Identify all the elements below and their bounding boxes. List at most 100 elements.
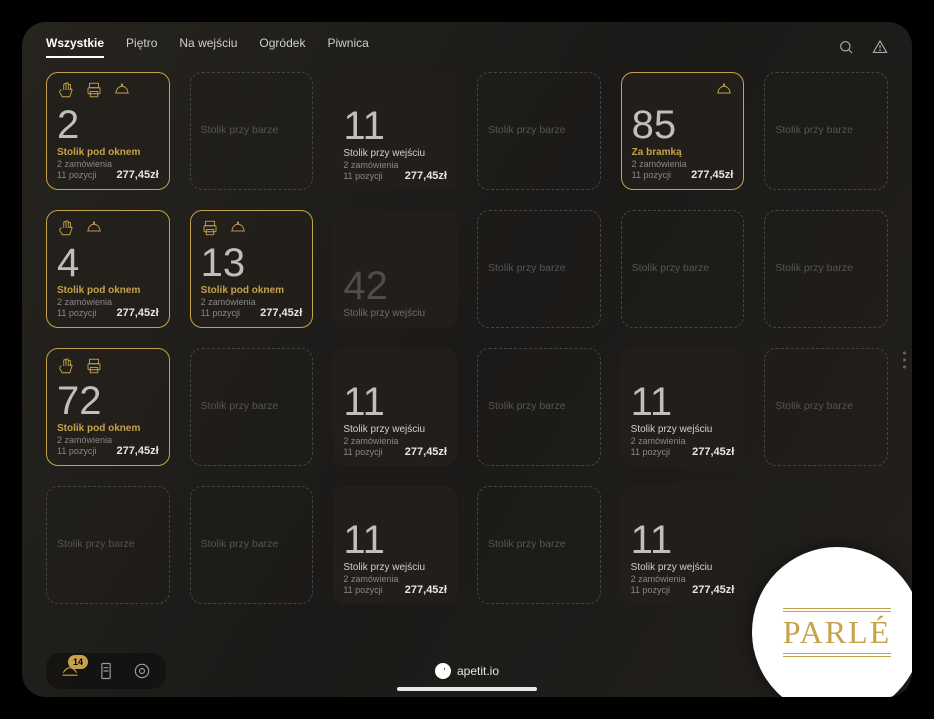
settings-icon[interactable] — [132, 661, 152, 681]
table-card[interactable]: 11Stolik przy wejściu2 zamówienia11 pozy… — [333, 486, 457, 604]
table-number: 11 — [631, 382, 735, 422]
table-card[interactable]: 4 Stolik pod oknem2 zamówienia11 pozycji 2… — [46, 210, 170, 328]
table-card[interactable]: 72 Stolik pod oknem2 zamówienia11 pozycji… — [46, 348, 170, 466]
table-items-count: 11 pozycji — [631, 585, 686, 596]
table-number: 11 — [343, 520, 447, 560]
table-items-count: 11 pozycji — [631, 447, 686, 458]
table-name: Stolik przy wejściu — [631, 424, 735, 436]
table-name: Stolik pod oknem — [57, 285, 159, 297]
table-name: Stolik przy barze — [775, 124, 877, 139]
table-items-count: 11 pozycji — [343, 447, 398, 458]
table-number: 42 — [343, 266, 447, 306]
orders-badge: 14 — [68, 655, 88, 669]
table-name: Stolik pod oknem — [201, 285, 303, 297]
table-items-count: 11 pozycji — [57, 170, 112, 181]
table-name: Stolik przy barze — [201, 124, 303, 139]
scroll-indicator — [903, 351, 906, 368]
table-total: 277,45zł — [116, 445, 158, 457]
table-orders-count: 2 zamówienia — [57, 435, 112, 446]
table-card[interactable]: Stolik przy barze — [764, 348, 888, 466]
table-total: 277,45zł — [116, 169, 158, 181]
table-card[interactable]: Stolik przy barze — [477, 72, 601, 190]
hand-icon — [57, 357, 75, 375]
tab-na-wejściu[interactable]: Na wejściu — [179, 36, 237, 58]
table-name: Stolik przy wejściu — [631, 562, 735, 574]
table-card[interactable]: 11Stolik przy wejściu2 zamówienia11 pozy… — [621, 486, 745, 604]
table-items-count: 11 pozycji — [343, 171, 398, 182]
receipt-icon[interactable] — [96, 661, 116, 681]
table-total: 277,45zł — [116, 307, 158, 319]
table-orders-count: 2 zamówienia — [57, 297, 112, 308]
tab-piętro[interactable]: Piętro — [126, 36, 157, 58]
top-bar: Wszystkie Piętro Na wejściu Ogródek Piwnica — [22, 22, 912, 62]
cloche-icon — [113, 81, 131, 99]
brand-logo: apetit.io — [435, 663, 499, 679]
table-number: 11 — [343, 382, 447, 422]
table-total: 277,45zł — [692, 446, 734, 458]
cloche-icon — [229, 219, 247, 237]
table-card[interactable]: Stolik przy barze — [190, 486, 314, 604]
table-name: Stolik przy wejściu — [343, 148, 447, 160]
printer-icon — [85, 357, 103, 375]
table-total: 277,45zł — [405, 170, 447, 182]
table-orders-count: 2 zamówienia — [343, 160, 398, 171]
table-card[interactable]: Stolik przy barze — [477, 486, 601, 604]
table-card[interactable]: Stolik przy barze — [190, 348, 314, 466]
table-name: Stolik przy barze — [488, 400, 590, 415]
table-name: Stolik przy barze — [775, 400, 877, 415]
table-name: Stolik przy barze — [201, 400, 303, 415]
table-orders-count: 2 zamówienia — [631, 436, 686, 447]
app-screen: WszystkiePiętroNa wejściuOgródekPiwnica … — [22, 22, 912, 697]
table-total: 277,45zł — [405, 446, 447, 458]
table-card[interactable]: Stolik przy barze — [764, 72, 888, 190]
printer-icon — [201, 219, 219, 237]
table-orders-count: 2 zamówienia — [201, 297, 256, 308]
table-items-count: 11 pozycji — [201, 308, 256, 319]
table-total: 277,45zł — [691, 169, 733, 181]
table-name: Za bramką — [632, 147, 734, 159]
table-orders-count: 2 zamówienia — [343, 436, 398, 447]
printer-icon — [85, 81, 103, 99]
table-items-count: 11 pozycji — [57, 308, 112, 319]
table-orders-count: 2 zamówienia — [631, 574, 686, 585]
tab-ogródek[interactable]: Ogródek — [259, 36, 305, 58]
table-card[interactable]: 11Stolik przy wejściu2 zamówienia11 pozy… — [333, 72, 457, 190]
hand-icon — [57, 219, 75, 237]
table-total: 277,45zł — [260, 307, 302, 319]
alert-icon[interactable] — [872, 39, 888, 55]
tab-wszystkie[interactable]: Wszystkie — [46, 36, 104, 58]
table-card[interactable]: 13Stolik pod oknem2 zamówienia11 pozycji… — [190, 210, 314, 328]
bottom-actions: 14 — [46, 653, 166, 689]
brand-mark-icon — [435, 663, 451, 679]
parle-text: PARLÉ — [783, 611, 891, 654]
table-name: Stolik pod oknem — [57, 423, 159, 435]
table-card[interactable]: Stolik przy barze — [477, 348, 601, 466]
table-number: 72 — [57, 381, 159, 421]
table-card[interactable]: 2Stolik pod oknem2 zamówienia11 pozycji2… — [46, 72, 170, 190]
table-name: Stolik przy barze — [57, 538, 159, 553]
table-items-count: 11 pozycji — [57, 446, 112, 457]
orders-icon[interactable]: 14 — [60, 661, 80, 681]
table-card[interactable]: Stolik przy barze — [190, 72, 314, 190]
table-number: 85 — [632, 105, 734, 145]
table-card[interactable]: Stolik przy barze — [46, 486, 170, 604]
table-number: 4 — [57, 243, 159, 283]
search-icon[interactable] — [838, 39, 854, 55]
table-card[interactable]: Stolik przy barze — [477, 210, 601, 328]
table-card[interactable]: 11 Stolik przy wejściu2 zamówienia11 pozy… — [333, 348, 457, 466]
tablet-frame: WszystkiePiętroNa wejściuOgródekPiwnica … — [0, 0, 934, 719]
tab-piwnica[interactable]: Piwnica — [327, 36, 368, 58]
table-orders-count: 2 zamówienia — [343, 574, 398, 585]
table-total: 277,45zł — [692, 584, 734, 596]
tables-grid: 2Stolik pod oknem2 zamówienia11 pozycji2… — [22, 62, 912, 649]
table-number: 2 — [57, 105, 159, 145]
brand-text: apetit.io — [457, 664, 499, 678]
table-card[interactable]: Stolik przy barze — [764, 210, 888, 328]
hand-icon — [57, 81, 75, 99]
table-card[interactable]: 85Za bramką2 zamówienia11 pozycji277,45z… — [621, 72, 745, 190]
table-card[interactable]: 42Stolik przy wejściu — [333, 210, 457, 328]
table-name: Stolik przy barze — [775, 262, 877, 277]
table-card[interactable]: Stolik przy barze — [621, 210, 745, 328]
table-card[interactable]: 11 Stolik przy wejściu2 zamówienia11 pozy… — [621, 348, 745, 466]
table-name: Stolik przy wejściu — [343, 424, 447, 436]
